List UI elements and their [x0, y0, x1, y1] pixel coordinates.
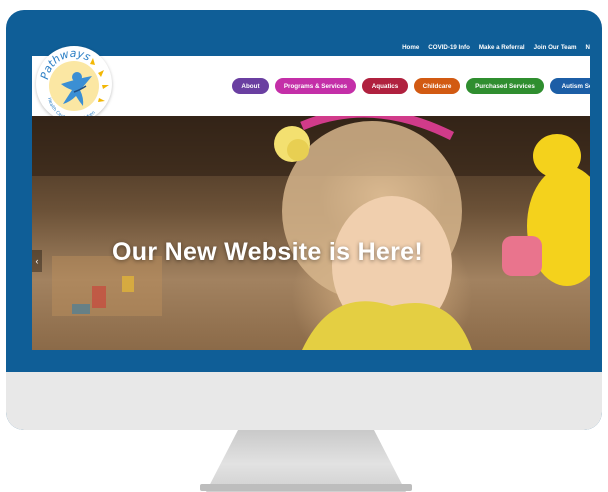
nav-link-truncated[interactable]: N — [586, 44, 590, 51]
website-screen: Home COVID-19 Info Make a Referral Join … — [32, 38, 590, 350]
monitor-frame: Home COVID-19 Info Make a Referral Join … — [6, 10, 602, 430]
hero-slider[interactable]: ‹ Our New Website is Here! — [32, 116, 590, 350]
main-header: Pathways Health Centre for Children Abou… — [32, 46, 590, 122]
monitor-stand-base — [200, 484, 412, 491]
main-navigation: About Programs & Services Aquatics Child… — [232, 78, 590, 94]
nav-aquatics-button[interactable]: Aquatics — [362, 78, 408, 94]
nav-link-referral[interactable]: Make a Referral — [479, 44, 525, 51]
nav-purchased-services-button[interactable]: Purchased Services — [466, 78, 544, 94]
monitor-stand — [206, 430, 406, 492]
nav-childcare-button[interactable]: Childcare — [414, 78, 460, 94]
pathways-logo-icon: Pathways Health Centre for Children — [38, 47, 109, 122]
nav-link-join-team[interactable]: Join Our Team — [534, 44, 577, 51]
top-utility-bar: Home COVID-19 Info Make a Referral Join … — [32, 38, 590, 56]
monitor-chin — [6, 372, 602, 430]
slider-prev-arrow[interactable]: ‹ — [32, 250, 42, 272]
nav-autism-services-button[interactable]: Autism Serv — [550, 78, 590, 94]
nav-link-covid[interactable]: COVID-19 Info — [428, 44, 470, 51]
nav-about-button[interactable]: About — [232, 78, 269, 94]
hero-title: Our New Website is Here! — [112, 238, 423, 266]
nav-link-home[interactable]: Home — [402, 44, 419, 51]
hero-image — [32, 116, 590, 350]
pathways-logo[interactable]: Pathways Health Centre for Children — [36, 46, 112, 122]
nav-programs-button[interactable]: Programs & Services — [275, 78, 356, 94]
